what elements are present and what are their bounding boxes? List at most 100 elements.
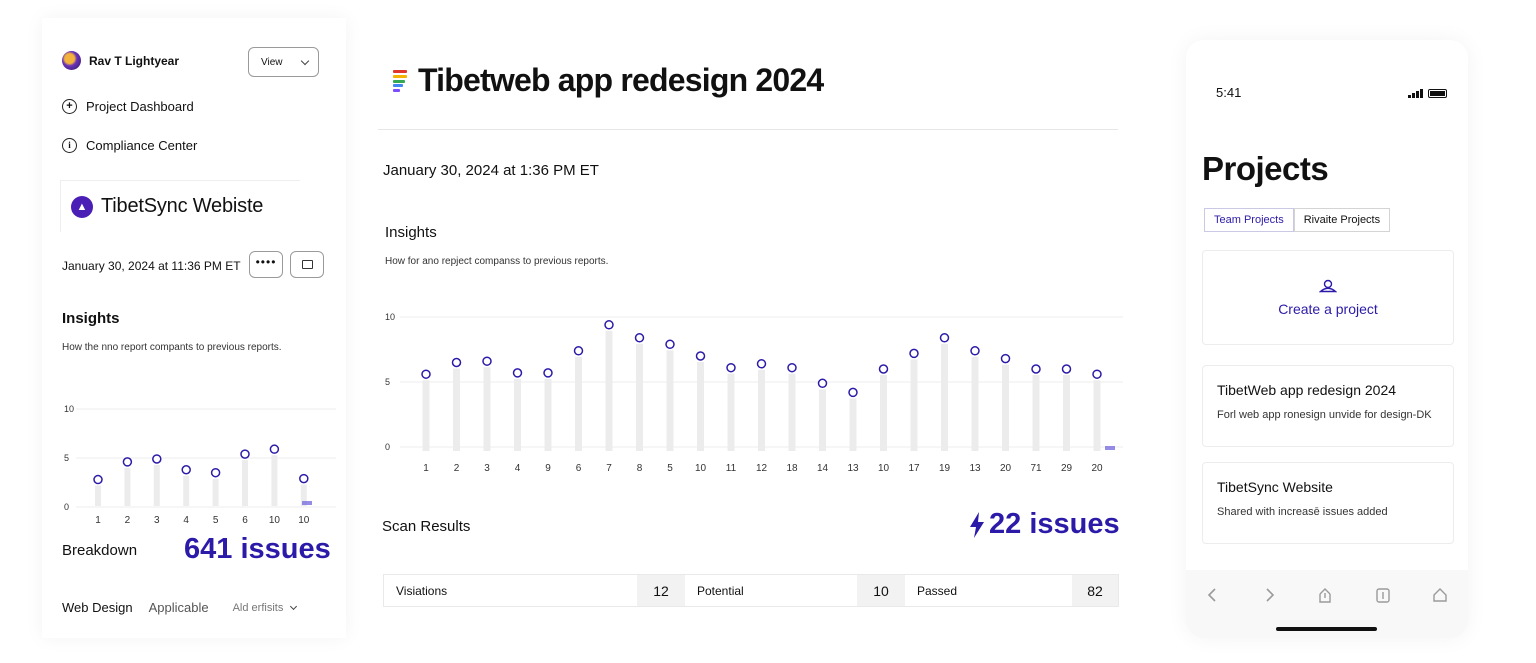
scan-results-label: Scan Results [382, 518, 471, 535]
data-point [1031, 364, 1041, 374]
plus-circle-icon: + [62, 99, 77, 114]
signal-icon [1408, 89, 1423, 98]
x-tick-label: 20 [1091, 463, 1103, 474]
book-icon[interactable] [1375, 587, 1391, 603]
bar [95, 485, 101, 506]
share-icon[interactable] [1317, 587, 1333, 603]
project-card[interactable]: TibetSync Website Shared with increasē i… [1202, 462, 1454, 544]
x-tick-label: 18 [786, 463, 798, 474]
data-point [970, 346, 980, 356]
report-date: January 30, 2024 at 11:36 PM ET [62, 259, 241, 273]
x-tick-label: 13 [969, 463, 981, 474]
nav-project-dashboard[interactable]: + Project Dashboard [62, 99, 194, 114]
tab-applicable[interactable]: Applicable [149, 600, 209, 615]
bar [271, 455, 278, 506]
view-dropdown[interactable]: View [248, 47, 319, 77]
data-point [573, 346, 584, 356]
browser-toolbar [1186, 570, 1468, 638]
data-point [299, 473, 309, 484]
x-tick-label: 2 [125, 515, 131, 526]
bar [242, 460, 248, 506]
x-tick-label: 6 [576, 463, 582, 474]
more-options-button[interactable]: •••• [249, 251, 283, 278]
tab-team-projects[interactable]: Team Projects [1204, 208, 1294, 232]
x-tick-label: 1 [95, 515, 101, 526]
square-icon [301, 260, 313, 269]
data-point [512, 368, 523, 378]
bar [212, 478, 219, 506]
data-point [1092, 369, 1102, 379]
data-point [482, 356, 492, 366]
bar [183, 475, 190, 506]
tabs-icon[interactable] [1432, 587, 1448, 603]
x-tick-label: 17 [908, 463, 920, 474]
x-tick-label: 3 [154, 515, 160, 526]
nav-compliance-center[interactable]: i Compliance Center [62, 138, 197, 153]
create-project-button[interactable]: Create a project [1202, 250, 1454, 345]
project-title: TibetSync Webiste [101, 195, 264, 217]
x-tick-label: 10 [695, 463, 707, 474]
chevron-down-icon[interactable] [290, 602, 298, 610]
lightning-icon [970, 511, 984, 538]
project-tabs: Team Projects Rivaite Projects [1204, 208, 1391, 232]
x-tick-label: 5 [667, 463, 673, 474]
chevron-down-icon [300, 56, 310, 65]
bar [636, 343, 643, 451]
bar [544, 378, 552, 451]
user-name: Rav T Lightyear [89, 53, 180, 68]
page-title: Tibetweb app redesign 2024 [418, 62, 824, 98]
data-point [695, 351, 706, 361]
forward-icon[interactable] [1262, 587, 1276, 603]
tab-web-design[interactable]: Web Design [62, 600, 133, 615]
expand-button[interactable] [290, 251, 324, 278]
data-point [848, 387, 858, 398]
result-label-violations: Visiations [396, 583, 448, 598]
nav-label: Project Dashboard [86, 99, 194, 114]
project-card-desc: Shared with increasē issues added [1217, 506, 1388, 518]
back-icon[interactable] [1206, 587, 1220, 603]
data-point [181, 465, 191, 475]
bar [758, 369, 765, 451]
data-point [634, 333, 645, 343]
scan-issues-count: 22 issues [989, 508, 1120, 540]
bar [1002, 364, 1009, 451]
x-tick-label: 8 [637, 463, 643, 474]
data-point [93, 474, 103, 485]
center-panel: Tibetweb app redesign 2024 January 30, 2… [378, 40, 1126, 620]
data-point [451, 357, 462, 368]
info-circle-icon: i [62, 138, 77, 153]
x-tick-label: 4 [515, 463, 521, 474]
view-label: View [261, 56, 283, 68]
user-row[interactable]: Rav T Lightyear [62, 51, 179, 70]
bar [697, 362, 704, 451]
bar [727, 373, 735, 451]
bar [971, 356, 979, 451]
x-tick-label: 71 [1030, 463, 1042, 474]
data-point [817, 378, 828, 389]
tab-private-projects[interactable]: Rivaite Projects [1293, 208, 1391, 232]
bar [483, 367, 491, 451]
x-tick-label: 4 [183, 515, 189, 526]
x-tick-label: 12 [756, 463, 768, 474]
result-label-passed: Passed [917, 583, 958, 598]
toolbar-icons [1206, 587, 1448, 603]
create-project-label: Create a project [1278, 300, 1378, 317]
bar [453, 368, 460, 451]
bar [910, 359, 918, 451]
y-tick-label: 0 [385, 442, 390, 452]
insights-title: Insights [385, 224, 437, 241]
project-card[interactable]: TibetWeb app redesign 2024 Forl web app … [1202, 365, 1454, 447]
data-point [152, 454, 162, 464]
x-tick-label: 14 [817, 463, 829, 474]
results-table: Visiations 12 Potential 10 Passed 82 [383, 574, 1119, 607]
breakdown-tabs: Web Design Applicable Ald erfisits [62, 600, 298, 615]
result-value-passed: 82 [1072, 575, 1118, 606]
result-value-potential: 10 [857, 575, 905, 606]
tab-filter[interactable]: Ald erfisits [233, 602, 284, 614]
divider [378, 129, 1118, 130]
data-point [1061, 364, 1072, 374]
data-point [909, 348, 919, 359]
bar [666, 350, 674, 451]
data-point [939, 333, 950, 343]
home-indicator [1276, 627, 1377, 631]
